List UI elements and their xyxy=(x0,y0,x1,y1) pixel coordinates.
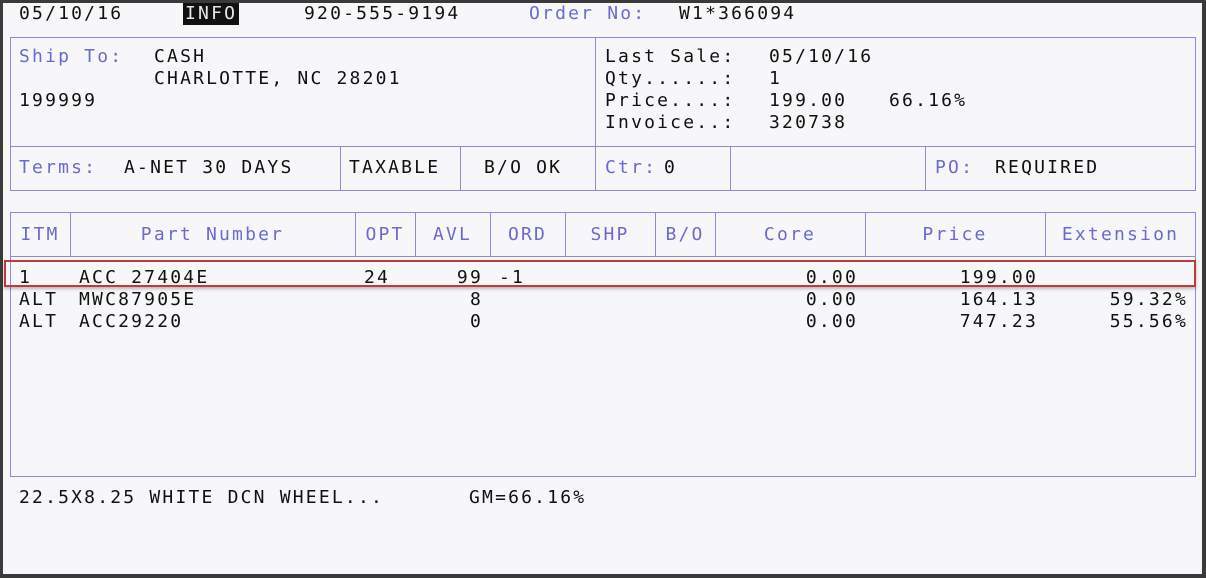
column-header-extension[interactable]: Extension xyxy=(1045,212,1196,256)
row-core: 0.00 xyxy=(805,311,858,332)
po-value: REQUIRED xyxy=(995,157,1100,178)
column-header-opt[interactable]: OPT xyxy=(355,212,415,256)
date: 05/10/16 xyxy=(19,3,124,24)
last-price-value: 199.00 xyxy=(769,90,848,111)
column-header-shp[interactable]: SHP xyxy=(565,212,655,256)
column-header-itm[interactable]: ITM xyxy=(10,212,70,256)
row-extension: 55.56% xyxy=(1109,311,1188,332)
terms-value: A-NET 30 DAYS xyxy=(124,157,294,178)
row-price: 747.23 xyxy=(959,311,1038,332)
row-part-number[interactable]: MWC87905E xyxy=(79,289,196,311)
row-opt: 24 xyxy=(364,267,391,288)
divider xyxy=(925,146,926,191)
last-sale-date: 05/10/16 xyxy=(769,46,874,67)
order-number-label: Order No: xyxy=(529,3,647,24)
row-core: 0.00 xyxy=(805,267,858,288)
account-number: 199999 xyxy=(19,90,98,111)
divider xyxy=(10,256,1196,257)
last-price-label: Price....: xyxy=(605,90,736,111)
divider xyxy=(595,37,596,191)
last-sale-label: Last Sale: xyxy=(605,46,736,67)
row-ord[interactable]: -1 xyxy=(499,267,525,289)
row-avl: 8 xyxy=(469,289,483,310)
invoice-label: Invoice..: xyxy=(605,112,736,133)
last-qty-value: 1 xyxy=(769,68,783,89)
column-header-avl[interactable]: AVL xyxy=(415,212,490,256)
last-qty-label: Qty......: xyxy=(605,68,736,89)
row-part-number[interactable]: ACC 27404E xyxy=(79,267,209,289)
order-number-value[interactable]: W1*366094 xyxy=(679,3,796,25)
row-extension: 59.32% xyxy=(1109,289,1188,310)
invoice-value: 320738 xyxy=(769,112,848,133)
backorder-status: B/O OK xyxy=(484,157,563,178)
row-core: 0.00 xyxy=(805,289,858,310)
column-header-core[interactable]: Core xyxy=(715,212,865,256)
row-itm: 1 xyxy=(19,267,33,288)
ctr-label: Ctr: xyxy=(605,157,658,178)
divider xyxy=(460,146,461,191)
ship-to-label: Ship To: xyxy=(19,46,124,67)
phone-number: 920-555-9194 xyxy=(304,3,461,24)
row-part-number[interactable]: ACC29220 xyxy=(79,311,183,333)
item-description: 22.5X8.25 WHITE DCN WHEEL... xyxy=(19,487,385,508)
row-price: 199.00 xyxy=(959,267,1038,288)
ctr-value: 0 xyxy=(664,157,678,178)
ship-to-name: CASH xyxy=(154,46,207,67)
po-label: PO: xyxy=(935,157,975,178)
taxable-status: TAXABLE xyxy=(349,157,441,178)
ship-to-city: CHARLOTTE, NC 28201 xyxy=(154,68,402,89)
divider xyxy=(10,146,1196,147)
terms-label: Terms: xyxy=(19,157,98,178)
row-avl: 0 xyxy=(469,311,483,332)
column-header-price[interactable]: Price xyxy=(865,212,1045,256)
row-itm: ALT xyxy=(19,289,59,310)
last-margin-value: 66.16% xyxy=(889,90,968,111)
row-itm: ALT xyxy=(19,311,59,332)
row-avl: 99 xyxy=(456,267,483,288)
gross-margin: GM=66.16% xyxy=(469,487,587,508)
divider xyxy=(340,146,341,191)
column-header-part-number[interactable]: Part Number xyxy=(70,212,355,256)
row-price: 164.13 xyxy=(959,289,1038,310)
divider xyxy=(730,146,731,191)
mode-indicator: INFO xyxy=(183,3,240,25)
column-header-bo[interactable]: B/O xyxy=(655,212,715,256)
column-header-ord[interactable]: ORD xyxy=(490,212,565,256)
